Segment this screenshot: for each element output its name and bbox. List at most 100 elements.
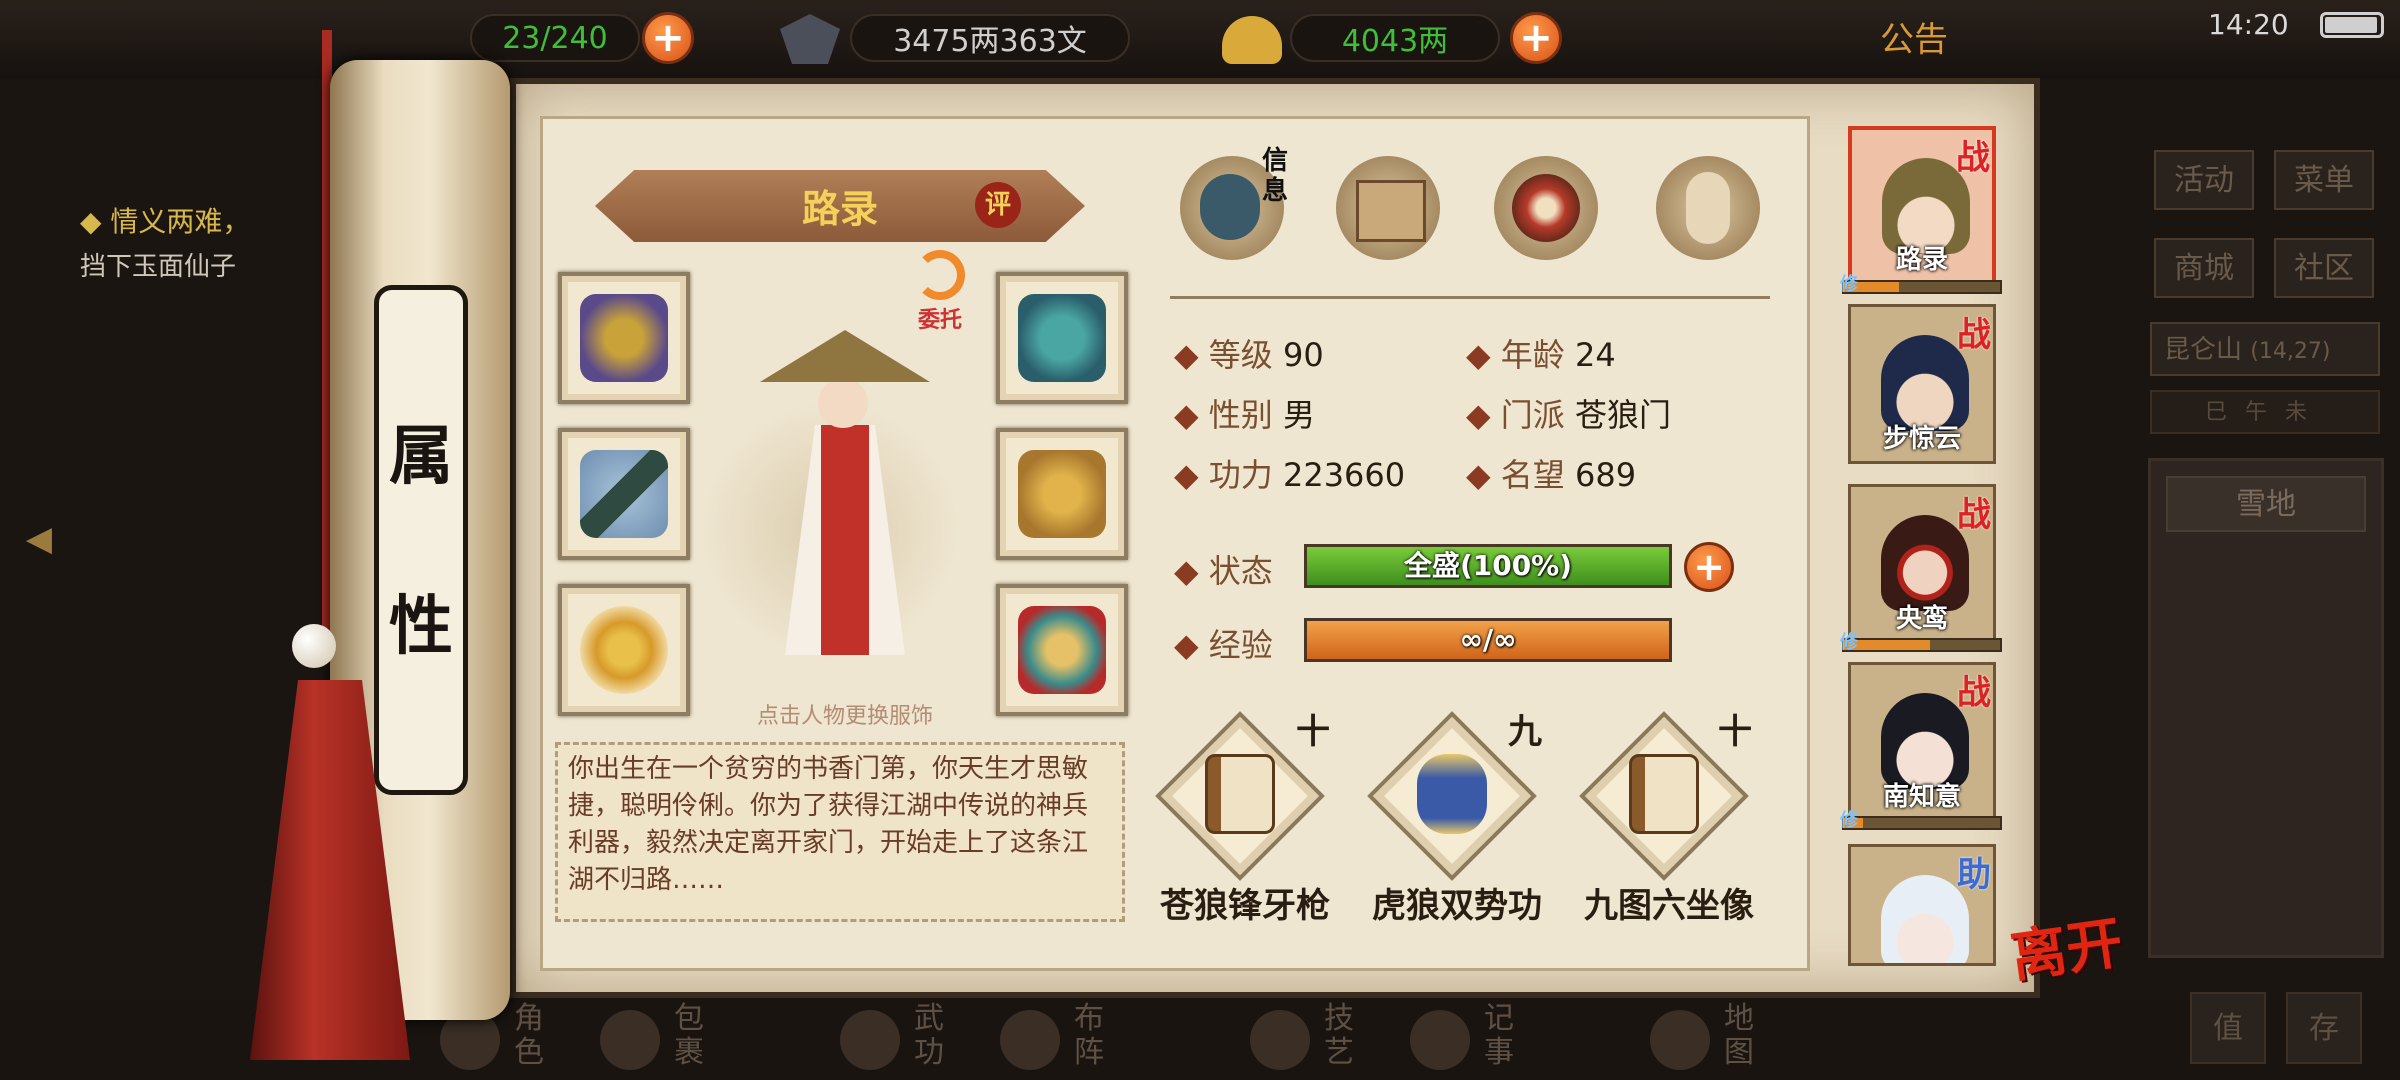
nav-formation[interactable]: 布阵 xyxy=(1000,1002,1110,1078)
equip-slot-gloves[interactable] xyxy=(558,272,690,404)
quest-title[interactable]: ◆ 情义两难， xyxy=(80,200,250,240)
gold-text: 4043两 xyxy=(1341,24,1449,59)
character-name: 路录 xyxy=(801,187,878,231)
nav-bag-label: 包裹 xyxy=(674,1001,704,1070)
leave-button[interactable]: 离开 xyxy=(2005,898,2127,994)
location-coords: (14,27) xyxy=(2250,339,2331,364)
age-label: 年龄 xyxy=(1500,336,1565,374)
bottom-right-btn-2[interactable]: 存 xyxy=(2286,992,2362,1064)
member-portrait xyxy=(1881,515,1969,611)
tab-scroll[interactable] xyxy=(1336,156,1440,260)
status-bar-text: 全盛(100%) xyxy=(1403,549,1573,582)
formation-icon xyxy=(1000,1010,1060,1070)
level-value: 90 xyxy=(1282,336,1324,374)
member-3-cultivation-bar: 修 xyxy=(1840,632,2002,653)
skill-2-level: 九 xyxy=(1508,712,1542,752)
scroll-label-char-2: 性 xyxy=(389,589,453,664)
gender-label: 性别 xyxy=(1208,396,1273,434)
fame-value: 689 xyxy=(1574,456,1637,494)
restore-status-button[interactable]: + xyxy=(1684,542,1734,592)
nav-character-label: 角色 xyxy=(514,1001,544,1070)
map-icon xyxy=(1650,1010,1710,1070)
skill-1-level: 十 xyxy=(1296,712,1330,752)
party-member-2[interactable]: 战 步惊云 xyxy=(1848,304,1996,464)
bagua-icon xyxy=(1512,174,1580,242)
bag-capacity: 23/240 xyxy=(470,14,640,62)
tassel-bead xyxy=(292,624,336,668)
tab-meridian[interactable] xyxy=(1656,156,1760,260)
nav-bag[interactable]: 包裹 xyxy=(600,1002,710,1078)
change-outfit-hint: 点击人物更换服饰 xyxy=(756,704,933,729)
stat-age: ◆ 年龄 24 xyxy=(1466,336,1616,374)
stats-divider xyxy=(1170,296,1770,299)
member-name: 路录 xyxy=(1895,245,1948,275)
status-label-row: ◆ 状态 xyxy=(1174,552,1273,590)
bottom-right-btn-1[interactable]: 值 xyxy=(2190,992,2266,1064)
terrain-panel xyxy=(2148,458,2384,958)
nav-map-label: 地图 xyxy=(1724,1001,1754,1070)
fame-label: 名望 xyxy=(1500,456,1565,494)
skill-book-icon xyxy=(1629,754,1699,834)
tab-bagua[interactable] xyxy=(1494,156,1598,260)
party-member-4[interactable]: 战 南知意 xyxy=(1848,662,1996,822)
nav-journal[interactable]: 记事 xyxy=(1410,1002,1520,1078)
skill-1-name: 苍狼锋牙枪 xyxy=(1160,886,1330,926)
armor-icon xyxy=(1018,450,1106,538)
member-4-cultivation-bar: 修 xyxy=(1840,810,2002,831)
party-member-1[interactable]: 战 路录 xyxy=(1848,126,1996,286)
stat-power: ◆ 功力 223660 xyxy=(1174,456,1406,494)
sect-value: 苍狼门 xyxy=(1574,396,1671,434)
notice-button[interactable]: 公告 xyxy=(1880,12,1948,61)
activity-button[interactable]: 活动 xyxy=(2154,150,2254,210)
consign-icon xyxy=(915,250,965,300)
menu-button[interactable]: 菜单 xyxy=(2274,150,2374,210)
journal-icon xyxy=(1410,1010,1470,1070)
skill-2-name: 虎狼双势功 xyxy=(1372,886,1542,926)
skill-book-icon xyxy=(1205,754,1275,834)
scroll-book-icon xyxy=(1356,180,1426,242)
battery-icon xyxy=(2320,12,2384,38)
member-portrait xyxy=(1881,875,1969,963)
bag-icon xyxy=(600,1010,660,1070)
member-name: 央鸾 xyxy=(1895,604,1948,634)
silver-text: 3475两363文 xyxy=(893,24,1087,59)
terrain-label: 雪地 xyxy=(2166,476,2366,532)
consign-button[interactable]: 委托 xyxy=(905,250,975,340)
member-role-badge: 助 xyxy=(1957,855,1991,895)
equip-slot-ring[interactable] xyxy=(558,584,690,716)
bag-capacity-text: 23/240 xyxy=(502,20,608,56)
member-1-cultivation-bar: 修 xyxy=(1840,274,2002,295)
nav-martial-label: 武功 xyxy=(914,1001,944,1070)
equip-slot-helmet[interactable] xyxy=(996,272,1128,404)
community-button[interactable]: 社区 xyxy=(2274,238,2374,298)
equip-slot-weapon[interactable] xyxy=(558,428,690,560)
time-dial: 巳午未 xyxy=(2150,390,2380,434)
character-figure[interactable] xyxy=(760,330,930,660)
party-member-3[interactable]: 战 央鸾 xyxy=(1848,484,1996,644)
gold-amount: 4043两 xyxy=(1290,14,1500,62)
gender-value: 男 xyxy=(1282,396,1315,434)
add-bag-button[interactable]: + xyxy=(642,12,694,64)
equip-slot-amulet[interactable] xyxy=(996,584,1128,716)
body-meridian-icon xyxy=(1686,172,1730,244)
evaluate-button[interactable]: 评 xyxy=(975,182,1021,228)
add-gold-button[interactable]: + xyxy=(1510,12,1562,64)
status-bar: 全盛(100%) xyxy=(1304,544,1672,588)
exp-label-row: ◆ 经验 xyxy=(1174,626,1273,664)
nav-map[interactable]: 地图 xyxy=(1650,1002,1760,1078)
equip-slot-armor[interactable] xyxy=(996,428,1128,560)
member-name: 南知意 xyxy=(1882,782,1961,812)
skill-3-name: 九图六坐像 xyxy=(1584,886,1754,926)
amulet-icon xyxy=(1018,606,1106,694)
ring-icon xyxy=(580,606,668,694)
nav-skills[interactable]: 技艺 xyxy=(1250,1002,1360,1078)
nav-martial[interactable]: 武功 xyxy=(840,1002,950,1078)
member-role-badge: 战 xyxy=(1957,673,1991,713)
collapse-left-arrow-icon[interactable]: ◀ xyxy=(12,512,66,566)
shop-button[interactable]: 商城 xyxy=(2154,238,2254,298)
nav-skills-label: 技艺 xyxy=(1324,1001,1354,1070)
nav-journal-label: 记事 xyxy=(1484,1001,1514,1070)
party-member-5[interactable]: 助 xyxy=(1848,844,1996,966)
member-name: 步惊云 xyxy=(1882,424,1961,454)
location-name: 昆仑山 xyxy=(2164,335,2243,365)
